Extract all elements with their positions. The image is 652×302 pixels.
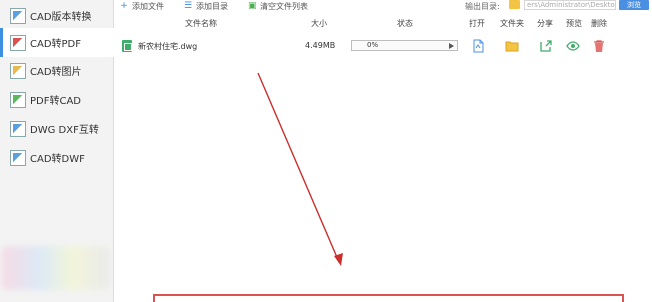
browse-button[interactable]: 浏览 xyxy=(619,0,649,10)
header-name: 文件名称 xyxy=(185,19,217,28)
list-icon: ☰ xyxy=(184,1,193,11)
eye-icon[interactable] xyxy=(566,39,580,53)
clear-icon: ▣ xyxy=(248,1,257,11)
plus-icon: + xyxy=(120,1,128,11)
clear-list-button[interactable]: ▣ 清空文件列表 xyxy=(248,1,308,12)
play-icon[interactable] xyxy=(449,43,454,49)
sidebar-item-label: CAD转图片 xyxy=(30,67,82,78)
header-preview: 预览 xyxy=(566,19,582,28)
folder-open-icon[interactable] xyxy=(505,39,519,53)
header-folder: 文件夹 xyxy=(500,19,524,28)
sidebar-item-cad-to-pdf[interactable]: CAD转PDF xyxy=(0,28,114,57)
blurred-region xyxy=(2,246,110,290)
add-file-label: 添加文件 xyxy=(132,1,164,11)
output-path-field[interactable]: ers\Administrator\Desktop xyxy=(524,0,616,10)
file-name: 新农村住宅.dwg xyxy=(138,42,198,51)
cad-to-image-icon xyxy=(10,62,26,79)
add-directory-button[interactable]: ☰ 添加目录 xyxy=(184,1,228,12)
cad-to-pdf-icon xyxy=(10,34,26,51)
clear-list-label: 清空文件列表 xyxy=(260,1,308,11)
trash-icon[interactable] xyxy=(592,39,606,53)
add-file-button[interactable]: + 添加文件 xyxy=(120,1,164,12)
sidebar-item-pdf-to-cad[interactable]: PDF转CAD xyxy=(0,85,114,114)
sidebar-item-label: DWG DXF互转 xyxy=(30,125,99,136)
sidebar-item-dwg-dxf[interactable]: DWG DXF互转 xyxy=(0,114,114,143)
header-delete: 删除 xyxy=(591,19,607,28)
progress-bar: 0% xyxy=(351,40,458,51)
sidebar: CAD版本转换 CAD转PDF CAD转图片 PDF转CAD DWG DXF互转… xyxy=(0,0,114,302)
header-status: 状态 xyxy=(397,19,413,28)
annotation-box xyxy=(153,294,624,302)
add-directory-label: 添加目录 xyxy=(196,1,228,11)
sidebar-item-label: PDF转CAD xyxy=(30,96,82,107)
file-size: 4.49MB xyxy=(305,41,336,50)
toolbar: + 添加文件 ☰ 添加目录 ▣ 清空文件列表 输出目录: ers\Adminis… xyxy=(114,0,652,12)
pdf-to-cad-icon xyxy=(10,91,26,108)
table-row[interactable]: 新农村住宅.dwg 4.49MB 0% xyxy=(114,36,652,56)
header-size: 大小 xyxy=(311,19,327,28)
sidebar-item-cad-to-image[interactable]: CAD转图片 xyxy=(0,56,114,85)
dwg-dxf-icon xyxy=(10,120,26,137)
cad-version-icon xyxy=(10,7,26,24)
cad-to-dwf-icon xyxy=(10,149,26,166)
dwg-file-icon xyxy=(122,40,132,52)
folder-icon[interactable] xyxy=(509,0,520,9)
header-share: 分享 xyxy=(537,19,553,28)
sidebar-item-label: CAD转PDF xyxy=(30,39,82,50)
sidebar-item-label: CAD版本转换 xyxy=(30,12,92,23)
sidebar-item-cad-to-dwf[interactable]: CAD转DWF xyxy=(0,143,114,172)
header-open: 打开 xyxy=(469,19,485,28)
output-directory-label: 输出目录: xyxy=(465,2,500,11)
sidebar-item-cad-version[interactable]: CAD版本转换 xyxy=(0,1,114,30)
open-file-icon[interactable] xyxy=(471,39,485,53)
progress-text: 0% xyxy=(367,41,379,49)
share-icon[interactable] xyxy=(539,39,553,53)
sidebar-item-label: CAD转DWF xyxy=(30,154,85,165)
table-header: 文件名称 大小 状态 打开 文件夹 分享 预览 删除 xyxy=(114,16,652,30)
